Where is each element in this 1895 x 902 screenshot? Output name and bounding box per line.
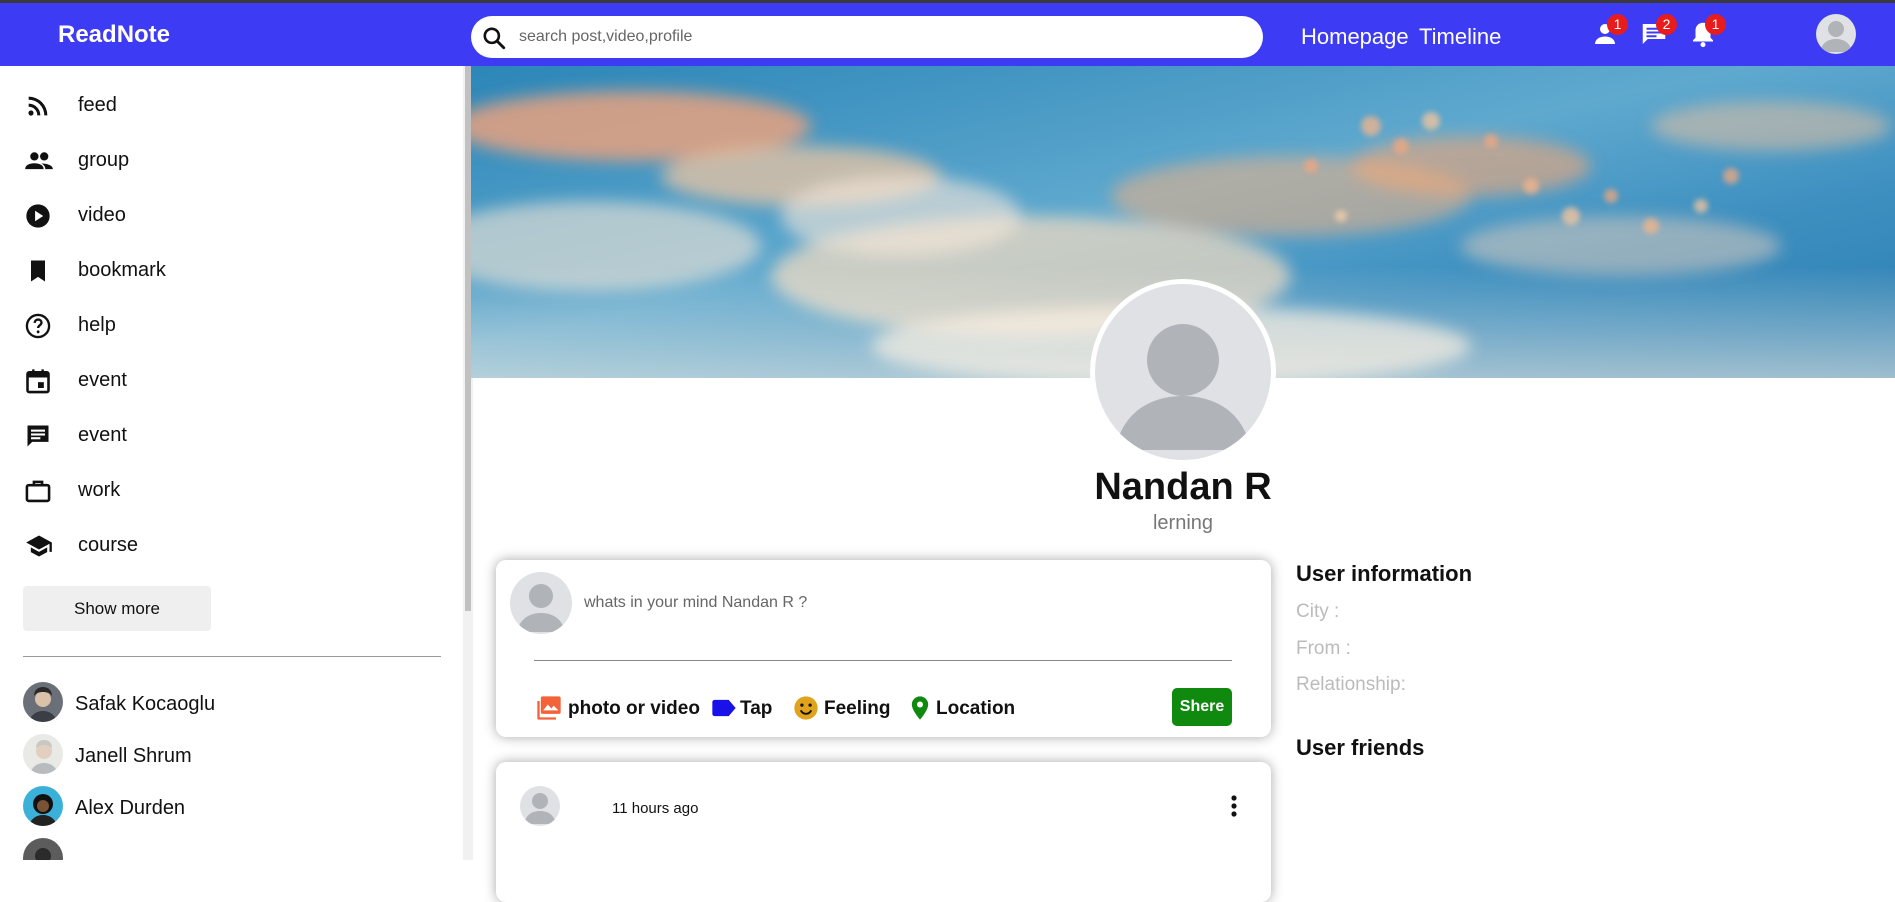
bookmark-icon: [31, 260, 45, 282]
label-tag-icon: [712, 699, 736, 717]
play-circle-icon: [26, 204, 50, 228]
profile-description: lerning: [1152, 512, 1214, 534]
sidebar-item-work[interactable]: work: [22, 471, 442, 511]
briefcase-icon: [25, 480, 51, 503]
share-avatar: [510, 572, 572, 634]
sidebar-item-label: video: [78, 204, 126, 226]
tag-option[interactable]: Tap: [710, 693, 780, 723]
sidebar-item-label: work: [78, 479, 121, 501]
location-pin-icon: [911, 696, 929, 720]
school-icon: [26, 535, 52, 557]
friend-name: Safak Kocaoglu: [75, 693, 216, 715]
sidebar-item-label: feed: [78, 94, 117, 116]
timeline-link[interactable]: Timeline: [1419, 24, 1501, 50]
user-friends-title: User friends: [1296, 735, 1425, 760]
friend-avatar: [23, 786, 63, 826]
default-avatar-icon: [524, 793, 556, 824]
relationship-label: Relationship:: [1296, 674, 1406, 695]
friend-name: Alex Durden: [75, 797, 186, 819]
smiley-icon: [794, 696, 818, 720]
friend-item[interactable]: [23, 838, 443, 860]
friend-name: Janell Shrum: [75, 745, 192, 767]
sidebar-item-label: course: [78, 534, 139, 556]
more-vert-icon: [1231, 795, 1237, 817]
friend-item[interactable]: Safak Kocaoglu: [23, 682, 443, 726]
share-button[interactable]: Shere: [1172, 688, 1232, 726]
sidebar-item-label: help: [78, 314, 116, 336]
sidebar-item-event[interactable]: event: [22, 361, 442, 401]
sidebar-item-event-chat[interactable]: event: [22, 416, 442, 456]
user-avatar[interactable]: [1816, 14, 1856, 54]
left-sidebar: feed group video bookmark help event eve…: [0, 66, 470, 860]
search-bar: [471, 16, 1263, 58]
friend-requests-button[interactable]: 1: [1590, 14, 1628, 51]
sidebar-item-help[interactable]: help: [22, 306, 442, 346]
default-avatar-icon: [517, 584, 565, 632]
search-input[interactable]: [519, 22, 1239, 52]
sidebar-item-bookmark[interactable]: bookmark: [22, 251, 442, 291]
sidebar-item-group[interactable]: group: [22, 141, 442, 181]
notifications-badge: 1: [1705, 14, 1726, 35]
messages-button[interactable]: 2: [1639, 14, 1677, 51]
friend-requests-badge: 1: [1607, 14, 1628, 35]
calendar-event-icon: [26, 369, 50, 394]
option-label: Location: [936, 698, 1016, 719]
homepage-link[interactable]: Homepage: [1301, 24, 1409, 50]
search-icon: [483, 27, 506, 50]
friend-avatar: [23, 734, 63, 774]
share-card: photo or video Tap Feeling Location Sher…: [496, 560, 1271, 737]
show-more-button[interactable]: Show more: [23, 586, 211, 631]
profile-name: Nandan R: [1094, 466, 1272, 508]
location-option[interactable]: Location: [906, 693, 1016, 723]
help-circle-icon: [25, 313, 51, 339]
share-input[interactable]: [584, 590, 1224, 616]
post-timestamp: 11 hours ago: [612, 800, 699, 817]
sidebar-item-label: event: [78, 424, 127, 446]
default-avatar-icon: [1115, 324, 1251, 450]
sidebar-item-label: group: [78, 149, 130, 171]
sidebar-item-course[interactable]: course: [22, 526, 442, 566]
friend-avatar: [23, 838, 63, 860]
sidebar-item-feed[interactable]: feed: [22, 86, 442, 126]
top-navbar: ReadNote Homepage Timeline 1 2 1: [0, 0, 1895, 66]
feeling-option[interactable]: Feeling: [792, 693, 892, 723]
user-information-title: User information: [1296, 561, 1473, 586]
photo-library-icon: [537, 696, 561, 720]
option-label: Feeling: [824, 698, 891, 719]
notifications-button[interactable]: 1: [1688, 14, 1726, 51]
messages-badge: 2: [1656, 14, 1677, 35]
app-logo[interactable]: ReadNote: [58, 21, 170, 49]
sidebar-item-video[interactable]: video: [22, 196, 442, 236]
chat-icon: [27, 425, 49, 447]
post-author-avatar[interactable]: [520, 786, 560, 826]
rss-feed-icon: [28, 96, 48, 116]
profile-picture[interactable]: [1090, 279, 1276, 465]
sidebar-item-label: bookmark: [78, 259, 166, 281]
from-label: From :: [1296, 638, 1351, 659]
friend-item[interactable]: Alex Durden: [23, 786, 443, 830]
friend-avatar: [23, 682, 63, 722]
group-icon: [25, 152, 53, 170]
friend-item[interactable]: Janell Shrum: [23, 734, 443, 778]
post-menu-button[interactable]: [1224, 792, 1244, 820]
option-label: Tap: [740, 698, 773, 719]
share-divider: [534, 660, 1232, 661]
option-label: photo or video: [568, 698, 700, 719]
sidebar-divider: [23, 656, 441, 657]
photo-or-video-option[interactable]: photo or video: [534, 693, 700, 723]
city-label: City :: [1296, 601, 1340, 622]
sidebar-item-label: event: [78, 369, 127, 391]
post-card: 11 hours ago: [496, 762, 1271, 902]
default-avatar-icon: [1820, 21, 1852, 52]
